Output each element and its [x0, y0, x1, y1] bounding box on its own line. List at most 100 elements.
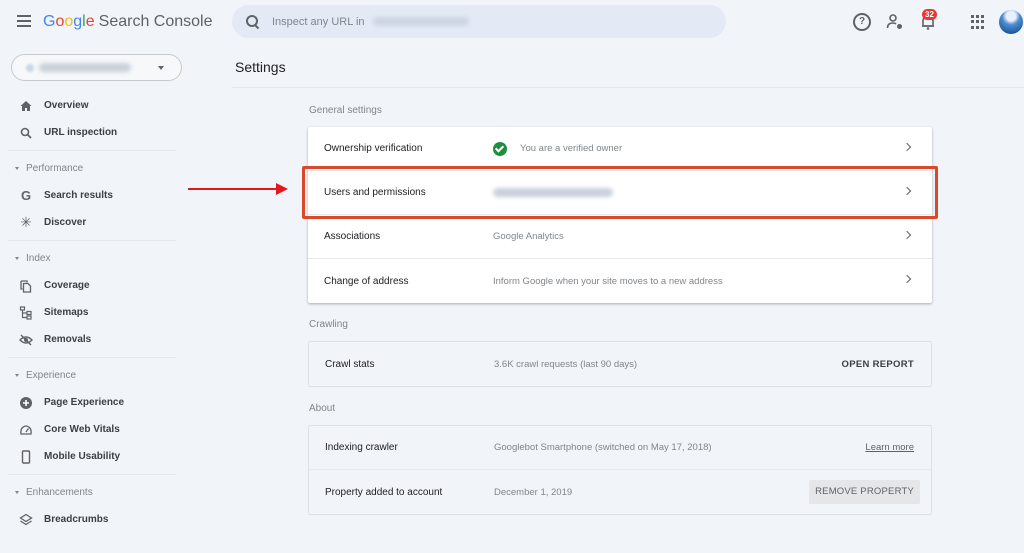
chevron-right-icon	[902, 186, 912, 196]
sidebar-item-label: Overview	[44, 100, 89, 111]
notification-badge: 32	[922, 9, 937, 20]
collapse-caret-icon	[15, 491, 19, 494]
sidebar-nav: Overview URL inspection Performance G Se…	[0, 92, 180, 533]
page-title: Settings	[235, 59, 286, 75]
sidebar-item-core-web-vitals[interactable]: Core Web Vitals	[0, 416, 180, 443]
files-icon	[20, 279, 32, 293]
apps-grid-icon[interactable]	[971, 15, 985, 29]
search-icon	[246, 14, 260, 29]
row-value: You are a verified owner	[493, 141, 623, 156]
row-value: Inform Google when your site moves to a …	[493, 275, 723, 287]
section-title: Performance	[26, 163, 84, 174]
row-value	[493, 188, 613, 197]
general-settings-card: Ownership verification You are a verifie…	[308, 127, 932, 303]
blurred-owner-email	[493, 188, 613, 197]
sidebar-item-url-inspection[interactable]: URL inspection	[0, 119, 180, 146]
logo-letter: o	[64, 13, 74, 30]
row-label: Property added to account	[325, 486, 443, 498]
row-label: Associations	[324, 231, 381, 242]
google-g-icon: G	[20, 188, 32, 203]
sidebar-item-discover[interactable]: ✳ Discover	[0, 209, 180, 236]
chevron-right-icon	[902, 274, 912, 284]
section-label-crawling: Crawling	[309, 319, 348, 330]
logo-letter: G	[43, 13, 56, 30]
section-label-general: General settings	[309, 105, 382, 116]
layers-icon	[19, 513, 33, 525]
chevron-right-icon	[902, 142, 912, 152]
sidebar-item-coverage[interactable]: Coverage	[0, 272, 180, 299]
row-value: Googlebot Smartphone (switched on May 17…	[494, 442, 712, 453]
divider	[8, 240, 176, 241]
sidebar-item-label: Core Web Vitals	[44, 424, 120, 435]
blurred-property-url	[372, 17, 469, 26]
settings-row-change-of-address[interactable]: Change of address Inform Google when you…	[308, 259, 932, 303]
collapse-caret-icon	[15, 257, 19, 260]
sidebar-item-label: Breadcrumbs	[44, 514, 109, 525]
divider	[8, 150, 176, 151]
sidebar-item-label: Search results	[44, 190, 113, 201]
help-icon[interactable]: ?	[853, 13, 871, 31]
url-inspect-search[interactable]: Inspect any URL in	[232, 5, 726, 38]
sidebar-section-performance[interactable]: Performance	[0, 155, 180, 182]
settings-row-crawl-stats: Crawl stats 3.6K crawl requests (last 90…	[309, 342, 931, 386]
home-icon	[20, 100, 32, 111]
open-report-button[interactable]: OPEN REPORT	[842, 359, 914, 370]
settings-row-property-added: Property added to account December 1, 20…	[309, 470, 931, 514]
section-title: Index	[26, 253, 51, 264]
users-settings-icon[interactable]	[886, 13, 904, 31]
row-label: Change of address	[324, 275, 409, 287]
row-value-text: You are a verified owner	[520, 143, 623, 154]
row-value: Google Analytics	[493, 231, 564, 242]
sidebar-item-label: Page Experience	[44, 397, 125, 408]
crawling-card: Crawl stats 3.6K crawl requests (last 90…	[308, 341, 932, 387]
dropdown-caret-icon	[158, 66, 164, 70]
top-app-bar: Google Search Console Inspect any URL in …	[0, 0, 1024, 44]
asterisk-icon: ✳	[20, 214, 32, 230]
settings-row-associations[interactable]: Associations Google Analytics	[308, 215, 932, 259]
property-favicon	[26, 63, 34, 72]
sidebar-item-label: Discover	[44, 217, 87, 228]
section-title: Experience	[26, 370, 77, 381]
settings-row-users-and-permissions[interactable]: Users and permissions	[308, 171, 932, 215]
product-name: Search Console	[98, 13, 213, 30]
logo-letter: e	[85, 13, 95, 30]
sidebar-item-overview[interactable]: Overview	[0, 92, 180, 119]
plus-circle-icon	[20, 396, 32, 409]
app-logo[interactable]: Google Search Console	[43, 13, 212, 31]
sidebar-item-sitemaps[interactable]: Sitemaps	[0, 299, 180, 326]
account-avatar[interactable]	[999, 10, 1023, 34]
sidebar-item-search-results[interactable]: G Search results	[0, 182, 180, 209]
row-label: Crawl stats	[325, 358, 375, 370]
sidebar-item-label: Sitemaps	[44, 307, 89, 318]
settings-row-indexing-crawler: Indexing crawler Googlebot Smartphone (s…	[309, 426, 931, 470]
row-label: Users and permissions	[324, 187, 426, 198]
remove-property-button[interactable]: REMOVE PROPERTY	[809, 480, 920, 504]
sidebar-section-index[interactable]: Index	[0, 245, 180, 272]
property-selector[interactable]	[11, 54, 182, 81]
blurred-property-name	[39, 63, 131, 72]
divider	[232, 87, 1024, 88]
sidebar-item-breadcrumbs[interactable]: Breadcrumbs	[0, 506, 180, 533]
learn-more-link[interactable]: Learn more	[865, 442, 914, 453]
chevron-right-icon	[902, 230, 912, 240]
sidebar-section-experience[interactable]: Experience	[0, 362, 180, 389]
gauge-icon	[20, 424, 32, 435]
annotation-arrow-head	[276, 183, 288, 195]
logo-letter: g	[73, 13, 83, 30]
sidebar-item-page-experience[interactable]: Page Experience	[0, 389, 180, 416]
divider	[8, 357, 176, 358]
verified-check-icon	[493, 141, 507, 156]
sidebar-section-enhancements[interactable]: Enhancements	[0, 479, 180, 506]
section-title: Enhancements	[26, 487, 93, 498]
row-value: December 1, 2019	[494, 486, 573, 498]
eye-off-icon	[19, 333, 33, 346]
menu-icon[interactable]	[17, 15, 31, 27]
row-label: Indexing crawler	[325, 442, 398, 453]
sidebar-item-mobile-usability[interactable]: Mobile Usability	[0, 443, 180, 470]
sidebar-item-label: URL inspection	[44, 127, 118, 138]
sidebar-item-removals[interactable]: Removals	[0, 326, 180, 353]
settings-row-ownership-verification[interactable]: Ownership verification You are a verifie…	[308, 127, 932, 171]
row-value: 3.6K crawl requests (last 90 days)	[494, 358, 638, 370]
divider	[8, 474, 176, 475]
sidebar-item-label: Removals	[44, 334, 92, 345]
